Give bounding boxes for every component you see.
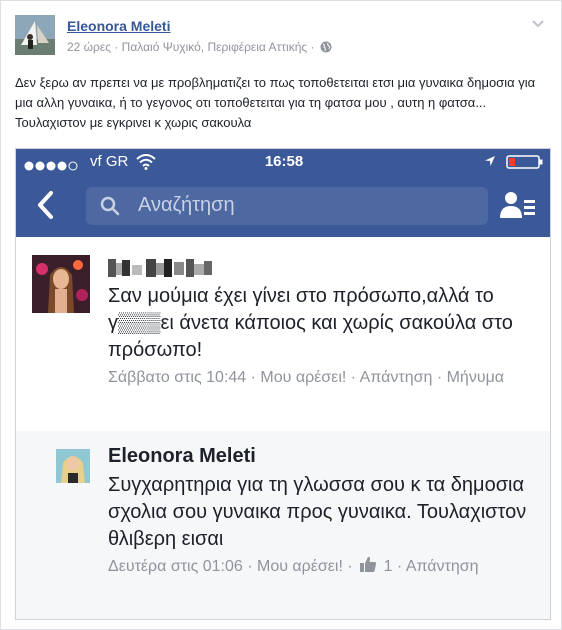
- friends-icon[interactable]: [500, 190, 536, 220]
- post-meta-text[interactable]: 22 ώρες · Παλαιό Ψυχικό, Περιφέρεια Αττι…: [67, 40, 314, 54]
- commenter-name[interactable]: Eleonora Meleti: [108, 445, 256, 468]
- status-clock: 16:58: [264, 153, 304, 170]
- chevron-down-icon[interactable]: [531, 19, 545, 29]
- search-icon: [100, 196, 120, 216]
- comment-text: Σαν μούμια έχει γίνει στο πρόσωπο,αλλά τ…: [108, 285, 513, 361]
- comment-reply: Eleonora Meleti Συγχαρητηρια για τη γλωσ…: [16, 431, 550, 619]
- back-icon[interactable]: [36, 190, 56, 220]
- commenter-avatar[interactable]: [32, 255, 90, 313]
- comment: Σαν μούμια έχει γίνει στο πρόσωπο,αλλά τ…: [16, 237, 550, 431]
- battery-icon: [506, 155, 543, 169]
- comment-meta-actions[interactable]: Δευτέρα στις 01:06 · Μου αρέσει! ·: [108, 558, 353, 575]
- post-text: Δεν ξερω αν πρεπει να με προβληματιζει τ…: [15, 75, 536, 130]
- post-meta: 22 ώρες · Παλαιό Ψυχικό, Περιφέρεια Αττι…: [67, 40, 332, 54]
- commenter-avatar[interactable]: [56, 449, 90, 483]
- ios-statusbar: vf GR 16:58: [16, 149, 550, 175]
- facebook-navbar: Αναζήτηση: [16, 175, 550, 237]
- location-icon: [485, 156, 495, 166]
- comment-meta: Δευτέρα στις 01:06 · Μου αρέσει! · 1 · Α…: [108, 555, 538, 578]
- comment-meta[interactable]: Σάββατο στις 10:44 · Μου αρέσει! · Απάντ…: [108, 367, 538, 389]
- like-icon: [360, 556, 377, 572]
- comment-like-count-and-reply[interactable]: 1 · Απάντηση: [384, 558, 479, 575]
- comment-text: Συγχαρητηρια για τη γλωσσα σου κ τα δημο…: [108, 474, 527, 550]
- post-header: Eleonora Meleti 22 ώρες · Παλαιό Ψυχικό,…: [15, 15, 549, 61]
- commenter-name-redacted[interactable]: [108, 257, 248, 279]
- search-box[interactable]: Αναζήτηση: [86, 187, 488, 225]
- phone-screenshot: vf GR 16:58 Αναζήτηση Σαν μούμια έχει γί…: [15, 148, 551, 620]
- author-name-link[interactable]: Eleonora Meleti: [67, 18, 170, 34]
- globe-icon[interactable]: [320, 41, 332, 53]
- search-placeholder: Αναζήτηση: [138, 194, 235, 216]
- facebook-post: Eleonora Meleti 22 ώρες · Παλαιό Ψυχικό,…: [0, 0, 562, 630]
- author-avatar[interactable]: [15, 15, 55, 55]
